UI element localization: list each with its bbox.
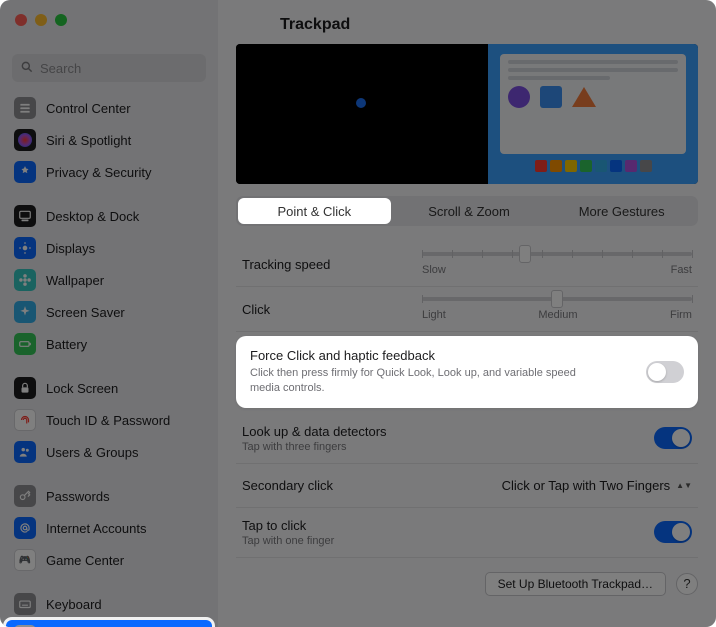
search-icon <box>20 60 34 79</box>
siri-icon <box>14 129 36 151</box>
sidebar-item-label: Lock Screen <box>46 381 118 396</box>
secondary-click-title: Secondary click <box>242 478 382 493</box>
users-icon <box>14 441 36 463</box>
preview-circle <box>508 86 530 108</box>
sidebar-item-passwords[interactable]: Passwords <box>6 480 212 512</box>
hand-icon <box>14 161 36 183</box>
window-controls <box>15 14 67 26</box>
minimize-button[interactable] <box>35 14 47 26</box>
close-button[interactable] <box>15 14 27 26</box>
sidebar-item-trackpad[interactable]: Trackpad <box>6 620 212 627</box>
sidebar-item-game-center[interactable]: 🎮 Game Center <box>6 544 212 576</box>
help-button[interactable]: ? <box>676 573 698 595</box>
preview-trackpad <box>236 44 488 184</box>
main-pane: Trackpad Point & ClickScroll & ZoomMore … <box>218 0 716 627</box>
dock-icon <box>14 205 36 227</box>
sidebar-item-internet-accounts[interactable]: Internet Accounts <box>6 512 212 544</box>
force-click-title: Force Click and haptic feedback <box>250 348 646 363</box>
game-icon: 🎮 <box>14 549 36 571</box>
lookup-toggle[interactable] <box>654 427 692 449</box>
sparkle-icon <box>14 301 36 323</box>
search-input[interactable] <box>12 54 206 82</box>
key-icon <box>14 485 36 507</box>
keyboard-icon <box>14 593 36 615</box>
flower-icon <box>14 269 36 291</box>
force-click-desc: Click then press firmly for Quick Look, … <box>250 366 590 396</box>
sidebar-item-touch-id-password[interactable]: Touch ID & Password <box>6 404 212 436</box>
tab-scroll-zoom[interactable]: Scroll & Zoom <box>393 196 546 226</box>
tap-sub: Tap with one finger <box>242 535 654 547</box>
sidebar-item-label: Wallpaper <box>46 273 104 288</box>
secondary-click-row: Secondary click Click or Tap with Two Fi… <box>236 464 698 508</box>
sidebar-item-label: Game Center <box>46 553 124 568</box>
sidebar-item-label: Users & Groups <box>46 445 138 460</box>
sidebar: Control Center Siri & Spotlight Privacy & … <box>0 0 218 627</box>
footer: Set Up Bluetooth Trackpad… ? <box>236 572 698 596</box>
sidebar-list: Control Center Siri & Spotlight Privacy & … <box>0 92 218 627</box>
sidebar-item-label: Keyboard <box>46 597 102 612</box>
battery-icon <box>14 333 36 355</box>
lookup-sub: Tap with three fingers <box>242 441 654 453</box>
click-slider[interactable] <box>422 297 692 301</box>
sidebar-item-screen-saver[interactable]: Screen Saver <box>6 296 212 328</box>
sidebar-item-label: Touch ID & Password <box>46 413 170 428</box>
sliders-icon <box>14 97 36 119</box>
sidebar-item-label: Siri & Spotlight <box>46 133 131 148</box>
click-label: Click <box>242 302 422 317</box>
sidebar-item-label: Privacy & Security <box>46 165 151 180</box>
tab-point-click[interactable]: Point & Click <box>238 198 391 224</box>
preview-desktop <box>488 44 698 184</box>
sidebar-item-battery[interactable]: Battery <box>6 328 212 360</box>
sidebar-item-privacy-security[interactable]: Privacy & Security <box>6 156 212 188</box>
tracking-speed-label: Tracking speed <box>242 257 422 272</box>
force-click-toggle[interactable] <box>646 361 684 383</box>
sun-icon <box>14 237 36 259</box>
sidebar-item-label: Screen Saver <box>46 305 125 320</box>
click-row: Click LightMediumFirm <box>236 287 698 332</box>
preview-triangle <box>572 87 596 107</box>
search-wrap <box>12 54 206 82</box>
tab-more-gestures[interactable]: More Gestures <box>545 196 698 226</box>
sidebar-item-lock-screen[interactable]: Lock Screen <box>6 372 212 404</box>
lookup-row: Look up & data detectors Tap with three … <box>236 414 698 464</box>
sidebar-item-wallpaper[interactable]: Wallpaper <box>6 264 212 296</box>
tab-bar: Point & ClickScroll & ZoomMore Gestures <box>236 196 698 226</box>
sidebar-item-keyboard[interactable]: Keyboard <box>6 588 212 620</box>
sidebar-item-label: Battery <box>46 337 87 352</box>
sidebar-item-label: Internet Accounts <box>46 521 146 536</box>
lock-icon <box>14 377 36 399</box>
sidebar-item-control-center[interactable]: Control Center <box>6 92 212 124</box>
chevron-up-down-icon: ▲▼ <box>676 482 692 489</box>
fingerprint-icon <box>14 409 36 431</box>
page-title: Trackpad <box>280 16 698 34</box>
preview-cursor-dot <box>356 98 366 108</box>
preview-square <box>540 86 562 108</box>
sidebar-item-label: Displays <box>46 241 95 256</box>
sidebar-item-siri-spotlight[interactable]: Siri & Spotlight <box>6 124 212 156</box>
tracking-speed-slider[interactable] <box>422 252 692 256</box>
settings-window: Control Center Siri & Spotlight Privacy & … <box>0 0 716 627</box>
secondary-click-popup[interactable]: Click or Tap with Two Fingers ▲▼ <box>502 478 692 493</box>
setup-bluetooth-button[interactable]: Set Up Bluetooth Trackpad… <box>485 572 666 596</box>
sidebar-item-desktop-dock[interactable]: Desktop & Dock <box>6 200 212 232</box>
sidebar-item-label: Desktop & Dock <box>46 209 139 224</box>
tracking-speed-row: Tracking speed SlowFast <box>236 242 698 287</box>
at-icon <box>14 517 36 539</box>
sidebar-item-users-groups[interactable]: Users & Groups <box>6 436 212 468</box>
force-click-row: Force Click and haptic feedback Click th… <box>236 336 698 408</box>
sidebar-item-label: Control Center <box>46 101 131 116</box>
gesture-preview <box>236 44 698 184</box>
tap-to-click-row: Tap to click Tap with one finger <box>236 508 698 558</box>
preview-window <box>500 54 686 154</box>
sidebar-item-label: Passwords <box>46 489 110 504</box>
lookup-title: Look up & data detectors <box>242 424 654 439</box>
tap-title: Tap to click <box>242 518 654 533</box>
zoom-button[interactable] <box>55 14 67 26</box>
preview-color-row <box>500 160 686 172</box>
tap-to-click-toggle[interactable] <box>654 521 692 543</box>
sidebar-item-displays[interactable]: Displays <box>6 232 212 264</box>
